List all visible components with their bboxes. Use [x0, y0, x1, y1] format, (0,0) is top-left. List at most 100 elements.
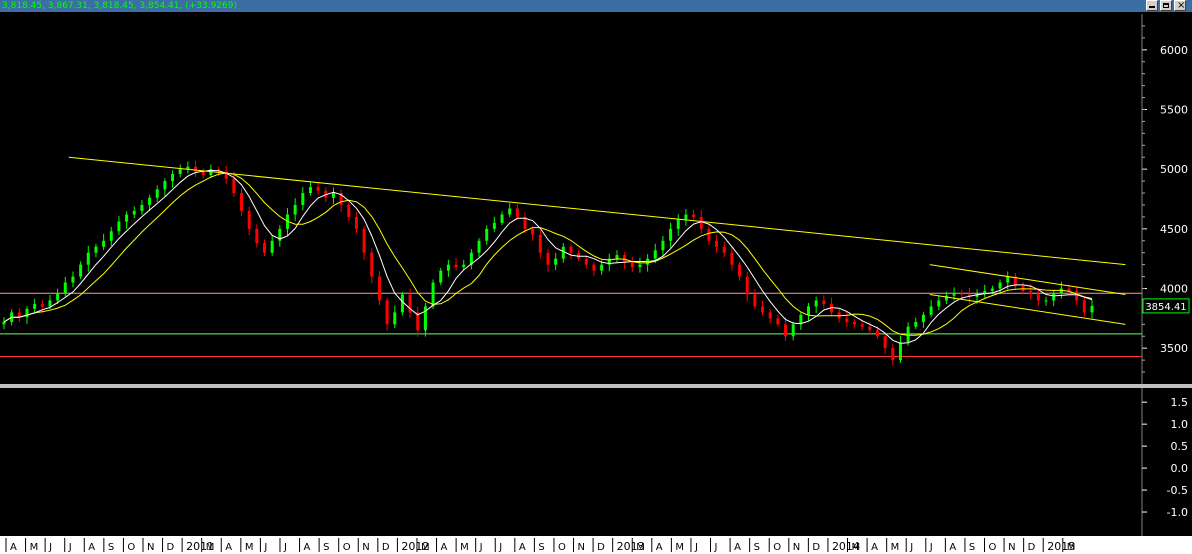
x-axis-label: J — [68, 542, 72, 553]
x-axis-label: O — [558, 542, 566, 553]
x-axis-label: D — [382, 542, 390, 553]
x-axis-label: J — [263, 542, 267, 553]
candle-body — [906, 326, 910, 343]
candle-body — [240, 193, 244, 211]
candle-body — [377, 276, 381, 301]
candle-body — [462, 264, 466, 268]
candle-body — [293, 204, 297, 215]
candle-body — [669, 228, 673, 241]
y-tick-label: 3500 — [1160, 342, 1188, 355]
candle-body — [194, 166, 198, 172]
candle-body — [439, 270, 443, 283]
x-axis-label: S — [108, 542, 114, 553]
candle-body — [1090, 305, 1094, 313]
x-axis-label: N — [1008, 542, 1015, 553]
x-axis-label: M — [206, 542, 215, 553]
ind-tick-label: 1.5 — [1171, 396, 1189, 409]
candle-body — [1075, 290, 1079, 301]
x-axis-label: J — [714, 542, 718, 553]
candle-body — [102, 240, 106, 247]
candle-body — [1044, 300, 1048, 302]
candle-body — [722, 246, 726, 253]
candle-body — [86, 252, 90, 265]
candle-body — [331, 193, 335, 198]
x-axis-label: D — [597, 542, 605, 553]
candle-body — [538, 234, 542, 253]
x-axis-label: M — [460, 542, 469, 553]
candle-body — [446, 264, 450, 271]
x-axis-label: M — [675, 542, 684, 553]
candle-body — [48, 300, 52, 307]
x-axis-label: S — [754, 542, 760, 553]
candle-body — [753, 294, 757, 307]
candle-body — [201, 171, 205, 176]
candle-body — [653, 250, 657, 259]
candle-body — [638, 264, 642, 268]
candle-body — [1082, 300, 1086, 313]
indicator-pane: 1.5 1.0 0.5 0.0 -0.5 -1.0 — [1142, 396, 1188, 519]
candle-body — [791, 324, 795, 337]
candle-body — [140, 204, 144, 211]
candle-body — [707, 228, 711, 241]
x-axis-label: A — [441, 542, 448, 553]
candle-body — [584, 258, 588, 265]
candle-body — [730, 252, 734, 265]
candle-body — [431, 282, 435, 307]
candle-body — [623, 255, 627, 263]
x-axis-label: N — [578, 542, 585, 553]
x-axis-label: A — [656, 542, 663, 553]
candle-body — [807, 306, 811, 315]
candle-body — [362, 228, 366, 253]
candle-body — [247, 210, 251, 229]
candle-body — [531, 228, 535, 235]
x-axis-label: J — [498, 542, 502, 553]
y-tick-label: 4000 — [1160, 283, 1188, 296]
candle-body — [684, 214, 688, 220]
candle-body — [63, 282, 67, 294]
y-tick-label: 6000 — [1160, 44, 1188, 57]
candle-body — [676, 219, 680, 229]
pane-separator — [0, 384, 1192, 388]
candle-body — [860, 324, 864, 327]
candle-body — [768, 312, 772, 319]
candle-body — [1052, 293, 1056, 301]
candle-body — [400, 294, 404, 313]
x-axis-label: D — [167, 542, 175, 553]
candle-body — [600, 264, 604, 271]
candle-body — [692, 214, 696, 217]
candle-body — [40, 304, 44, 307]
x-axis-label: A — [734, 542, 741, 553]
x-axis-label: M — [852, 542, 861, 553]
y-tick-label: 5500 — [1160, 103, 1188, 116]
x-axis-label: O — [343, 542, 351, 553]
x-axis-label: A — [519, 542, 526, 553]
x-axis-label: M — [30, 542, 39, 553]
candle-body — [868, 326, 872, 331]
x-axis-label: A — [88, 542, 95, 553]
candle-body — [1036, 294, 1040, 301]
candle-body — [33, 304, 37, 309]
y-tick-label: 5000 — [1160, 163, 1188, 176]
x-axis-label: N — [147, 542, 154, 553]
candle-body — [171, 173, 175, 182]
candle-body — [1067, 288, 1071, 291]
candle-body — [117, 221, 121, 232]
trendline — [68, 156, 1126, 266]
candle-body — [515, 208, 519, 217]
candle-body — [875, 330, 879, 337]
candle-body — [845, 318, 849, 322]
candle-body — [148, 197, 152, 205]
candle-body — [155, 189, 159, 198]
candle-body — [454, 264, 458, 268]
x-axis-label: J — [479, 542, 483, 553]
candle-body — [508, 208, 512, 215]
candle-body — [929, 306, 933, 315]
ind-tick-label: 1.0 — [1171, 418, 1189, 431]
candle-body — [983, 290, 987, 294]
candle-body — [385, 300, 389, 325]
x-axis-label: O — [773, 542, 781, 553]
candle-body — [814, 300, 818, 307]
x-axis-label: O — [127, 542, 135, 553]
candle-body — [592, 264, 596, 271]
x-axis-label: O — [989, 542, 997, 553]
